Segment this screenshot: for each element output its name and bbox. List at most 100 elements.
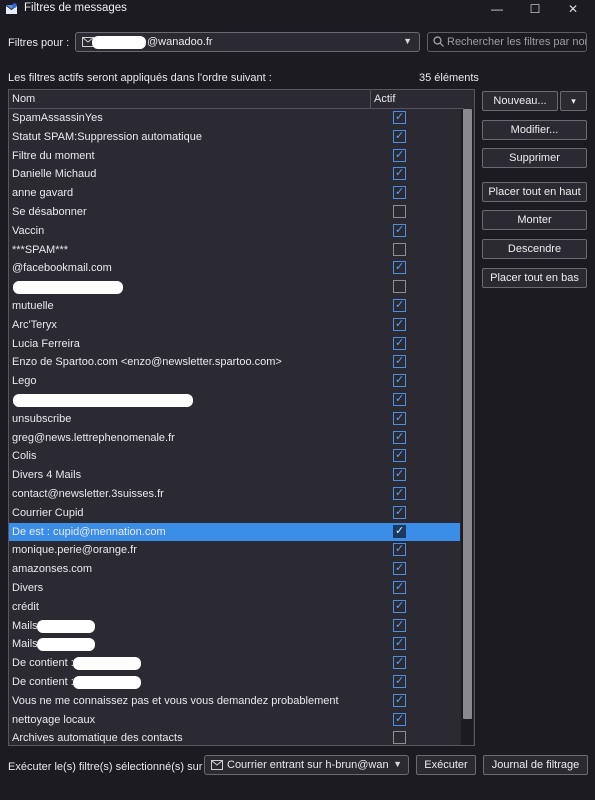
active-checkbox[interactable] — [393, 204, 406, 218]
maximize-button[interactable]: ☐ — [517, 0, 553, 18]
scrollbar-thumb[interactable] — [463, 109, 472, 719]
filter-search-box[interactable] — [427, 32, 587, 52]
active-checkbox[interactable] — [393, 486, 406, 500]
active-checkbox[interactable] — [393, 636, 406, 651]
filter-name: anne gavard — [12, 187, 74, 200]
active-checkbox[interactable] — [393, 110, 406, 124]
active-checkbox[interactable] — [393, 430, 406, 444]
active-checkbox[interactable] — [393, 542, 406, 557]
filter-row[interactable]: Lucia Ferreira — [9, 335, 460, 354]
filter-row[interactable]: Vous ne me connaissez pas et vous vous d… — [9, 692, 460, 711]
edit-filter-button[interactable]: Modifier... — [482, 120, 587, 140]
active-checkbox[interactable] — [393, 298, 406, 312]
filter-name: crédit — [12, 600, 39, 613]
filter-row[interactable] — [9, 391, 460, 410]
new-filter-menu-button[interactable]: ▾ — [560, 91, 587, 111]
active-checkbox[interactable] — [393, 580, 406, 594]
filter-log-button[interactable]: Journal de filtrage — [483, 755, 588, 775]
filter-name: Archives automatique des contacts — [12, 732, 183, 745]
filter-row[interactable]: contact@newsletter.3suisses.fr — [9, 485, 460, 504]
active-checkbox[interactable] — [393, 354, 406, 369]
column-header-active[interactable]: Actif — [374, 93, 395, 105]
column-separator[interactable] — [370, 90, 371, 108]
active-checkbox[interactable] — [393, 505, 406, 519]
active-checkbox[interactable] — [393, 242, 406, 256]
active-checkbox[interactable] — [393, 260, 406, 275]
filter-row[interactable]: Danielle Michaud — [9, 165, 460, 184]
filter-row[interactable]: Lego — [9, 372, 460, 391]
filter-name: unsubscribe — [12, 412, 72, 425]
filter-row[interactable]: Courrier Cupid — [9, 504, 460, 523]
filter-row[interactable]: Divers 4 Mails — [9, 466, 460, 485]
filter-row[interactable] — [9, 278, 460, 297]
filter-row[interactable]: Colis — [9, 447, 460, 466]
filter-row[interactable]: amazonses.com — [9, 560, 460, 579]
filter-row[interactable]: Divers — [9, 579, 460, 598]
active-checkbox[interactable] — [393, 674, 406, 688]
filter-row[interactable]: unsubscribe — [9, 410, 460, 429]
active-checkbox[interactable] — [393, 448, 406, 463]
redacted-text — [13, 281, 123, 295]
filter-row[interactable]: Se désabonner — [9, 203, 460, 222]
active-checkbox[interactable] — [393, 599, 406, 613]
active-checkbox[interactable] — [393, 731, 406, 745]
active-checkbox[interactable] — [393, 524, 406, 538]
filter-row[interactable]: ***SPAM*** — [9, 241, 460, 260]
filter-row[interactable]: Filtre du moment — [9, 147, 460, 166]
active-checkbox[interactable] — [393, 317, 406, 331]
filter-row[interactable]: anne gavard — [9, 184, 460, 203]
filter-name: Colis — [12, 450, 37, 463]
active-checkbox[interactable] — [393, 561, 406, 576]
filter-name: Se désabonner — [12, 205, 87, 218]
move-to-bottom-button[interactable]: Placer tout en bas — [482, 268, 587, 288]
active-checkbox[interactable] — [393, 129, 406, 143]
filter-row[interactable]: Arc'Teryx — [9, 316, 460, 335]
move-up-button[interactable]: Monter — [482, 210, 587, 230]
filter-row[interactable]: Enzo de Spartoo.com <enzo@newsletter.spa… — [9, 353, 460, 372]
filter-row[interactable]: Vaccin — [9, 222, 460, 241]
move-down-button[interactable]: Descendre — [482, 239, 587, 259]
filter-row[interactable]: mutuelle — [9, 297, 460, 316]
list-scrollbar[interactable] — [461, 109, 473, 745]
filter-row[interactable]: greg@news.lettrephenomenale.fr — [9, 429, 460, 448]
active-checkbox[interactable] — [393, 280, 406, 294]
move-to-top-button[interactable]: Placer tout en haut — [482, 182, 587, 202]
filter-list[interactable]: Nom Actif SpamAssassinYes Statut SPAM:Sup… — [8, 89, 475, 746]
filter-row[interactable]: Archives automatique des contacts — [9, 729, 460, 745]
filter-row[interactable]: De contient : — [9, 654, 460, 673]
filter-row[interactable]: monique.perie@orange.fr — [9, 541, 460, 560]
column-header-name[interactable]: Nom — [12, 93, 35, 105]
filter-row[interactable]: De est : cupid@mennation.com — [9, 522, 460, 542]
run-folder-select[interactable]: Courrier entrant sur h-brun@wanadoo.fr ▼ — [204, 755, 409, 775]
filter-row[interactable]: De contient : — [9, 673, 460, 692]
filter-row[interactable]: Mails — [9, 617, 460, 636]
filter-row[interactable]: Statut SPAM:Suppression automatique — [9, 128, 460, 147]
minimize-button[interactable]: — — [479, 0, 515, 18]
active-checkbox[interactable] — [393, 411, 406, 425]
active-checkbox[interactable] — [393, 166, 406, 181]
active-checkbox[interactable] — [393, 693, 406, 707]
filter-row[interactable]: Mails — [9, 635, 460, 654]
active-checkbox[interactable] — [393, 655, 406, 670]
active-checkbox[interactable] — [393, 467, 406, 482]
account-select[interactable]: @wanadoo.fr ▼ — [75, 32, 420, 52]
active-checkbox[interactable] — [393, 223, 406, 237]
active-checkbox[interactable] — [393, 712, 406, 726]
filter-count: 35 éléments — [419, 72, 479, 84]
filter-row[interactable]: crédit — [9, 598, 460, 617]
close-button[interactable]: ✕ — [555, 0, 591, 18]
active-checkbox[interactable] — [393, 373, 406, 388]
active-checkbox[interactable] — [393, 618, 406, 632]
run-filters-button[interactable]: Exécuter — [416, 755, 476, 775]
filter-row[interactable]: SpamAssassinYes — [9, 109, 460, 128]
active-checkbox[interactable] — [393, 336, 406, 350]
delete-filter-button[interactable]: Supprimer — [482, 148, 587, 168]
new-filter-button[interactable]: Nouveau... — [482, 91, 558, 111]
active-checkbox[interactable] — [393, 148, 406, 162]
redacted-text — [13, 393, 193, 407]
active-checkbox[interactable] — [393, 185, 406, 200]
filter-row[interactable]: @facebookmail.com — [9, 259, 460, 278]
active-checkbox[interactable] — [393, 392, 406, 406]
filter-row[interactable]: nettoyage locaux — [9, 711, 460, 730]
filter-search-input[interactable] — [447, 34, 586, 50]
